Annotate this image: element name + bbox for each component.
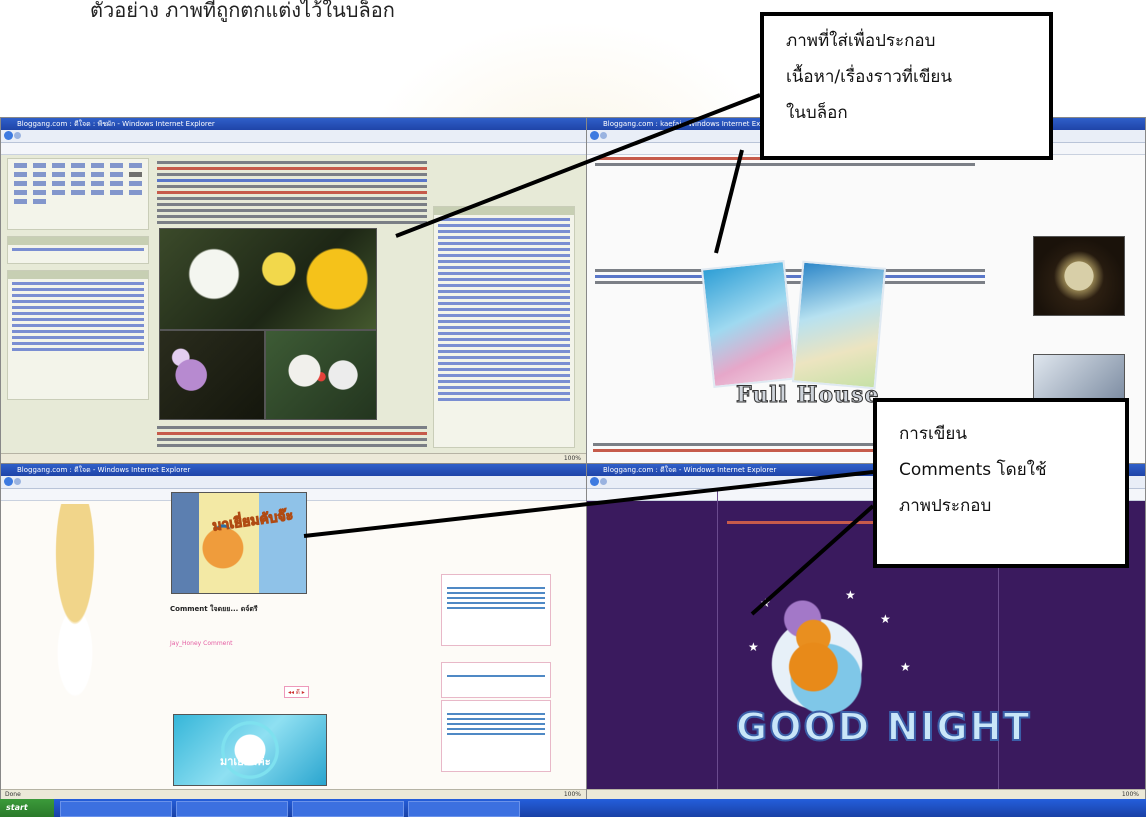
calendar-widget — [7, 158, 149, 230]
comment-pager[interactable]: ◂◂ ดี ▸ — [284, 686, 309, 698]
start-button-icon[interactable]: start — [0, 799, 54, 817]
comment-title: Comment ใจดยย... ดจ์ตรี — [170, 605, 258, 613]
orchid-photo-1 — [159, 228, 377, 330]
window-titlebar: Bloggang.com : ดีใจด - Windows Internet … — [1, 464, 587, 476]
star-icon: ★ — [760, 596, 771, 610]
drama-poster-1 — [700, 259, 798, 389]
star-icon: ★ — [900, 660, 911, 674]
orchid-photo-2 — [159, 330, 265, 420]
good-night-banner: GOOD NIGHT — [735, 704, 1032, 750]
recent-posts-widget — [7, 270, 149, 400]
sidebar-widget-3 — [441, 700, 551, 772]
address-bar — [1, 476, 587, 489]
category-list-widget — [433, 206, 575, 448]
post-text — [157, 158, 427, 227]
forward-icon — [600, 132, 607, 139]
anime-girl-illustration — [15, 504, 135, 774]
back-icon — [4, 477, 13, 486]
back-icon — [590, 131, 599, 140]
orchid-photo-3 — [265, 330, 377, 420]
figure-caption: ตัวอย่าง ภาพที่ถูกตกแต่งไว้ในบล็อก — [90, 0, 395, 22]
floral-greeting-image — [173, 714, 327, 786]
window-titlebar: Bloggang.com : ดีใจด : พืชผัก - Windows … — [1, 118, 587, 130]
sidebar-widget-1 — [441, 574, 551, 646]
windows-taskbar: start — [0, 799, 1146, 817]
callout-comments: การเขียน Comments โดยใช้ ภาพประกอบ — [873, 398, 1129, 568]
callout-comments-line: การเขียน — [899, 424, 967, 444]
callout-comments-line: Comments โดยใช้ — [899, 460, 1047, 480]
sidebar-widget-2 — [441, 662, 551, 698]
callout-images-line: ในบล็อก — [786, 103, 848, 123]
screenshot-comments-blog: Bloggang.com : ดีใจด - Windows Internet … — [0, 463, 588, 801]
taskbar-item[interactable] — [408, 801, 520, 817]
forward-icon — [14, 132, 21, 139]
callout-comments-line: ภาพประกอบ — [899, 496, 992, 516]
links-widget — [7, 236, 149, 264]
post-text-2 — [595, 266, 985, 287]
status-text: Done — [5, 791, 21, 798]
star-icon: ★ — [880, 612, 891, 626]
callout-images-line: ภาพที่ใส่เพื่อประกอบ — [786, 31, 936, 51]
poster-title: Full House — [735, 382, 880, 409]
star-icon: ★ — [748, 640, 759, 654]
post-text-bottom — [157, 423, 427, 450]
taskbar-item[interactable] — [176, 801, 288, 817]
comment-signature: Jay_Honey Comment — [170, 640, 233, 647]
callout-images: ภาพที่ใส่เพื่อประกอบ เนื้อหา/เรื่องราวที… — [760, 12, 1053, 160]
taskbar-item[interactable] — [60, 801, 172, 817]
taskbar-item[interactable] — [292, 801, 404, 817]
address-bar — [1, 130, 587, 143]
drama-poster-2 — [791, 260, 887, 390]
star-icon: ★ — [845, 588, 856, 602]
floral-image-text: มาเยี่ยมค่ะ — [220, 755, 271, 768]
back-icon — [590, 477, 599, 486]
forward-icon — [600, 478, 607, 485]
back-icon — [4, 131, 13, 140]
cactus-photo — [1033, 236, 1125, 316]
callout-images-line: เนื้อหา/เรื่องราวที่เขียน — [786, 67, 953, 87]
tab-bar — [1, 143, 587, 155]
screenshot-orchid-blog: Bloggang.com : ดีใจด : พืชผัก - Windows … — [0, 117, 588, 465]
forward-icon — [14, 478, 21, 485]
